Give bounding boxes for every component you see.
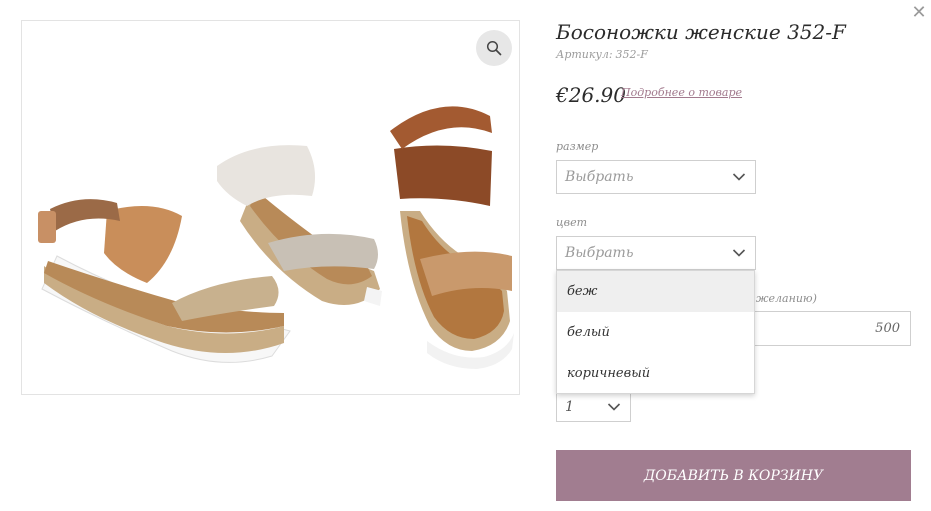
color-option-white[interactable]: белый [557, 312, 754, 353]
search-icon [486, 40, 502, 56]
product-details-link[interactable]: Подробнее о товаре [621, 86, 742, 99]
color-select[interactable]: Выбрать [556, 236, 756, 270]
color-dropdown-menu: беж белый коричневый [556, 270, 755, 394]
size-select[interactable]: Выбрать [556, 160, 756, 194]
color-label: цвет [556, 216, 588, 229]
extra-field-label: желанию) [756, 292, 817, 305]
quantity-value: 1 [565, 399, 574, 415]
product-price: €26.90 [556, 83, 626, 107]
product-title: Босоножки женские 352-F [556, 20, 846, 44]
chevron-down-icon [607, 403, 621, 411]
sku-value: 352-F [615, 48, 648, 61]
size-select-value: Выбрать [565, 169, 634, 185]
add-to-cart-button[interactable]: ДОБАВИТЬ В КОРЗИНУ [556, 450, 911, 501]
color-option-brown[interactable]: коричневый [557, 353, 754, 394]
sku-label: Артикул: [556, 48, 613, 61]
product-image [38, 106, 514, 369]
close-icon: ✕ [911, 2, 927, 23]
product-sku: Артикул: 352-F [556, 48, 648, 61]
color-option-beige[interactable]: беж [557, 271, 754, 312]
zoom-button[interactable] [476, 30, 512, 66]
color-select-value: Выбрать [565, 245, 634, 261]
product-image-panel [21, 20, 520, 395]
chevron-down-icon [732, 173, 746, 181]
quantity-select[interactable]: 1 [556, 392, 631, 422]
chevron-down-icon [732, 249, 746, 257]
size-label: размер [556, 140, 599, 153]
sandal-right [390, 106, 514, 369]
close-button[interactable]: ✕ [908, 2, 930, 24]
extra-input-value: 500 [875, 321, 900, 336]
